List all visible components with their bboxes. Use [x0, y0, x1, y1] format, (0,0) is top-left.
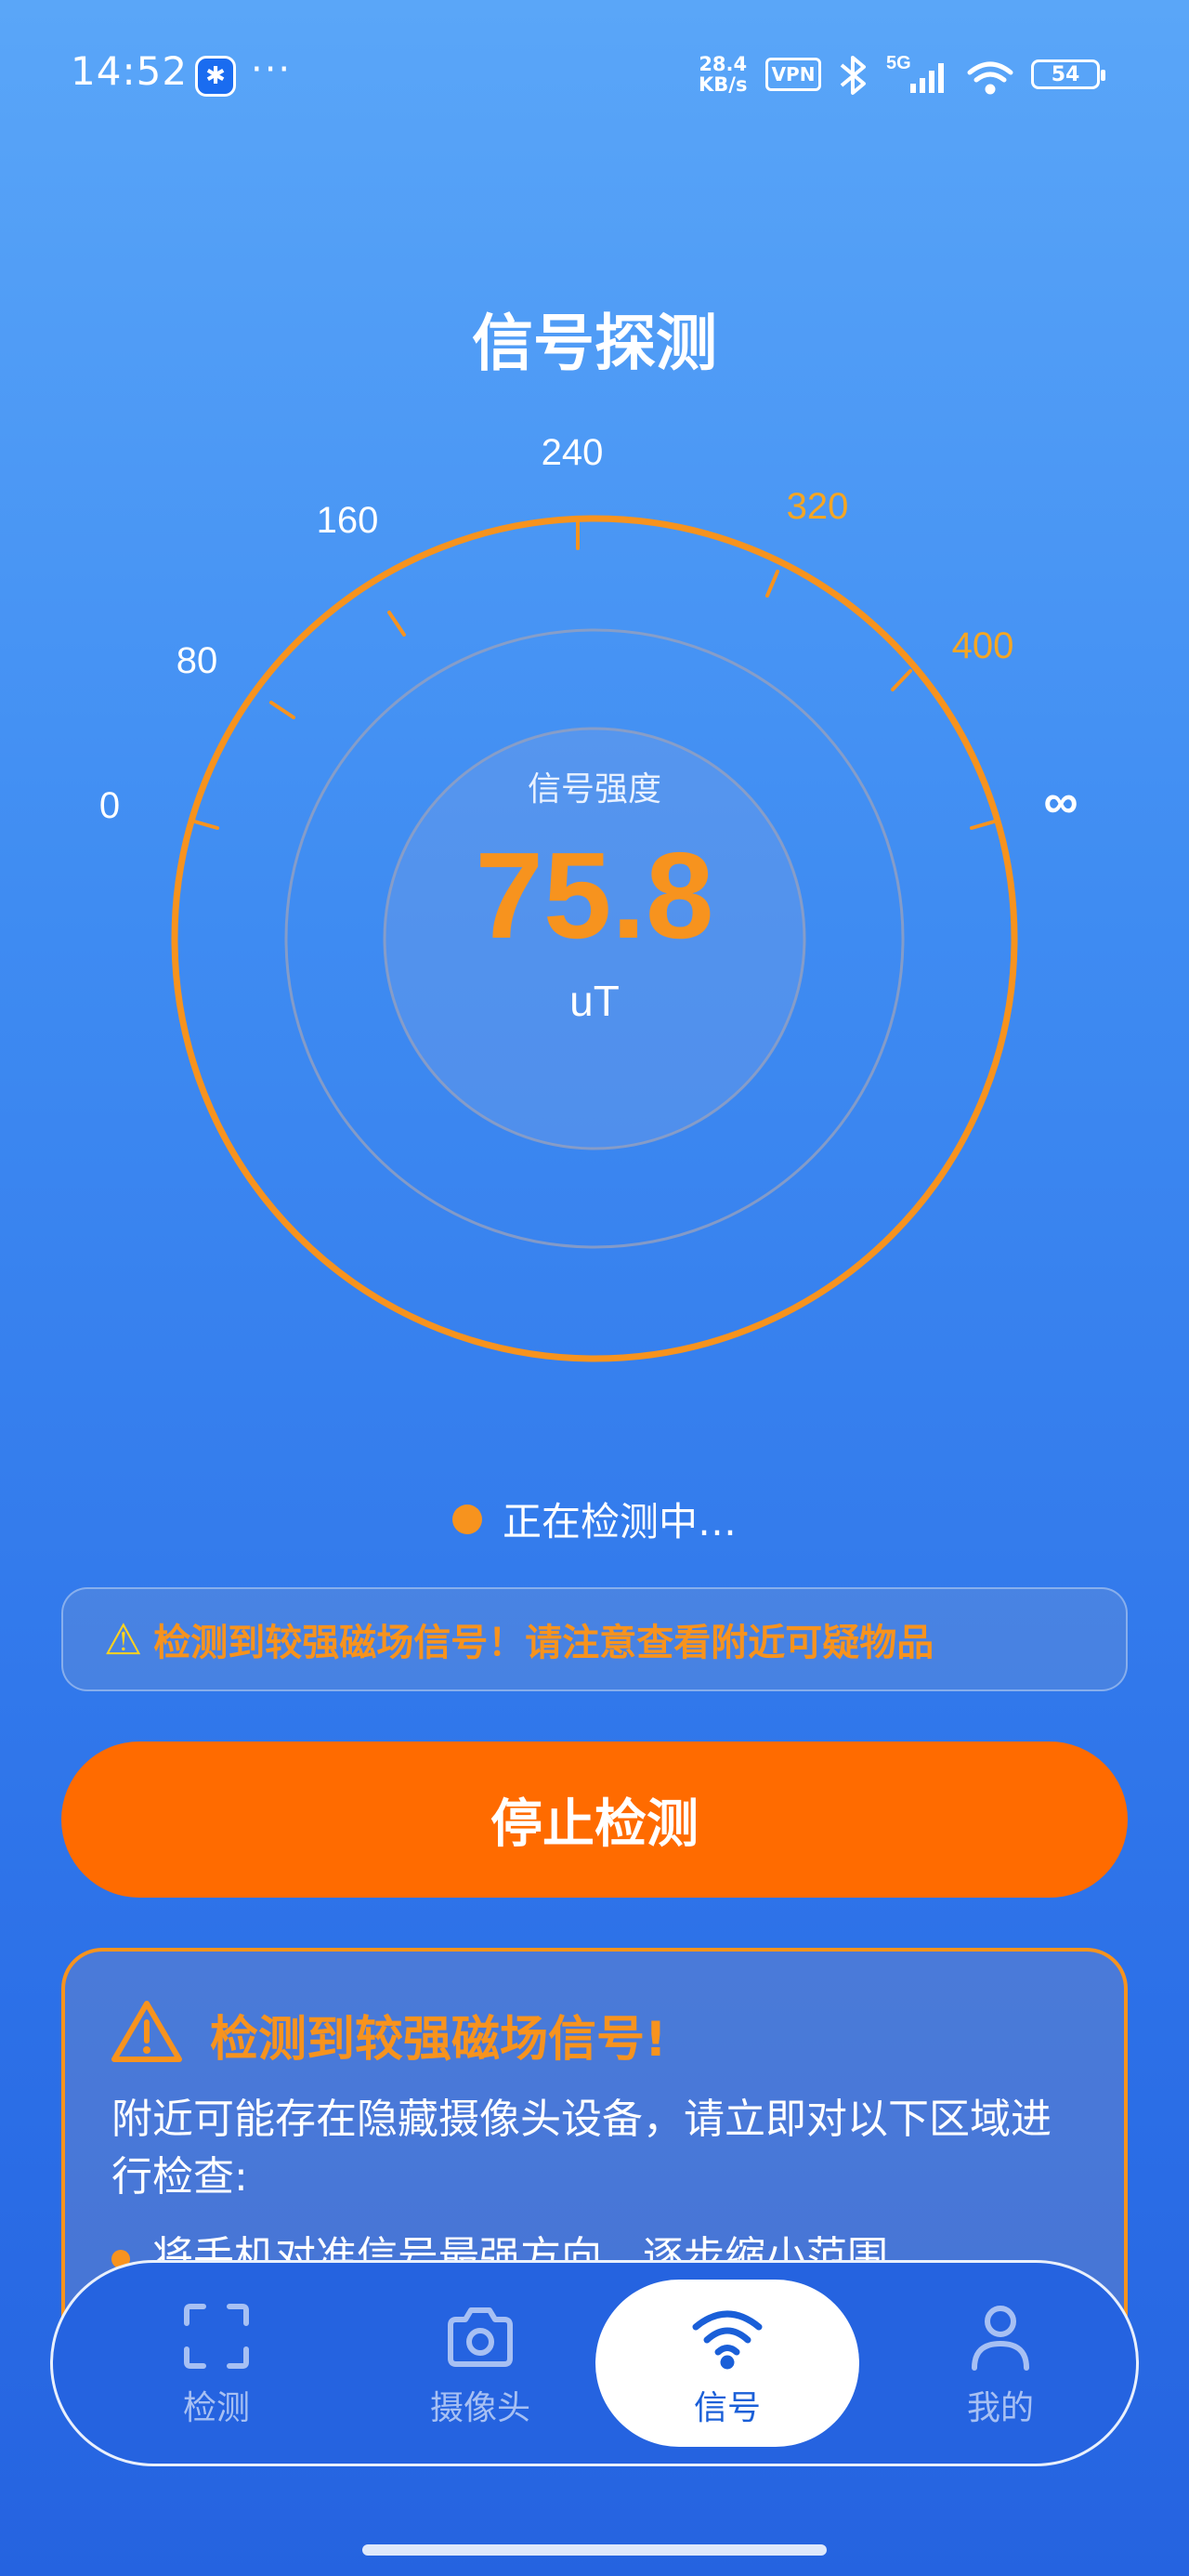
gauge-label-infinity: ∞ — [1043, 775, 1078, 829]
warning-banner-text: 检测到较强磁场信号！请注意查看附近可疑物品 — [153, 1622, 934, 1664]
status-time: 14:52 — [71, 48, 189, 94]
network-speed: 28.4 KB/s — [699, 54, 747, 95]
nav-item-detect[interactable]: 检测 — [86, 2263, 346, 2464]
signal-strength-unit: uT — [569, 977, 620, 1025]
network-speed-unit: KB/s — [699, 73, 748, 96]
gauge-label-80: 80 — [176, 640, 218, 681]
cellular-signal-icon — [910, 63, 944, 93]
vpn-icon: VPN — [765, 58, 821, 91]
gauge-label-400: 400 — [952, 625, 1014, 666]
alert-triangle-icon — [111, 2001, 182, 2062]
more-notifications-icon: ··· — [251, 48, 293, 91]
status-icons: 5G — [836, 52, 1022, 102]
page-title: 信号探测 — [472, 308, 717, 379]
bottom-nav: 检测 摄像头 信号 我的 — [50, 2260, 1139, 2466]
wifi-status-icon — [967, 61, 1013, 95]
nav-item-label: 摄像头 — [429, 2389, 530, 2427]
status-dot-icon — [451, 1504, 482, 1534]
gauge-label-160: 160 — [317, 500, 379, 541]
nav-item-camera[interactable]: 摄像头 — [350, 2263, 610, 2464]
warning-icon: ⚠ — [104, 1614, 143, 1664]
detecting-status: 正在检测中… — [0, 1491, 1189, 1547]
network-type-label: 5G — [886, 53, 911, 73]
alert-card-description: 附近可能存在隐藏摄像头设备，请立即对以下区域进行检查: — [111, 2096, 1052, 2201]
app-notification-icon: ✱ — [195, 56, 236, 97]
signal-strength-value: 75.8 — [475, 827, 714, 964]
detecting-text: 正在检测中… — [502, 1499, 737, 1544]
nav-item-mine[interactable]: 我的 — [870, 2263, 1130, 2464]
gauge-caption: 信号强度 — [527, 770, 661, 808]
gauge-label-240: 240 — [542, 432, 604, 473]
wifi-icon — [692, 2310, 763, 2370]
nav-item-label: 检测 — [182, 2389, 250, 2427]
battery-icon: 54 — [1031, 59, 1105, 89]
camera-icon — [448, 2307, 513, 2367]
alert-card-title: 检测到较强磁场信号! — [210, 2012, 667, 2068]
nav-item-label: 我的 — [966, 2389, 1034, 2427]
gauge-label-0: 0 — [99, 785, 120, 826]
network-speed-value: 28.4 — [699, 53, 748, 75]
nav-item-label: 信号 — [693, 2389, 761, 2427]
person-icon — [972, 2306, 1029, 2371]
home-indicator[interactable] — [362, 2544, 827, 2556]
stop-detection-button[interactable]: 停止检测 — [61, 1741, 1128, 1898]
gauge-label-320: 320 — [787, 486, 849, 527]
scan-icon — [184, 2304, 249, 2369]
nav-item-signal[interactable]: 信号 — [595, 2280, 859, 2447]
warning-banner: ⚠ 检测到较强磁场信号！请注意查看附近可疑物品 — [61, 1587, 1128, 1691]
bluetooth-icon — [840, 56, 866, 95]
